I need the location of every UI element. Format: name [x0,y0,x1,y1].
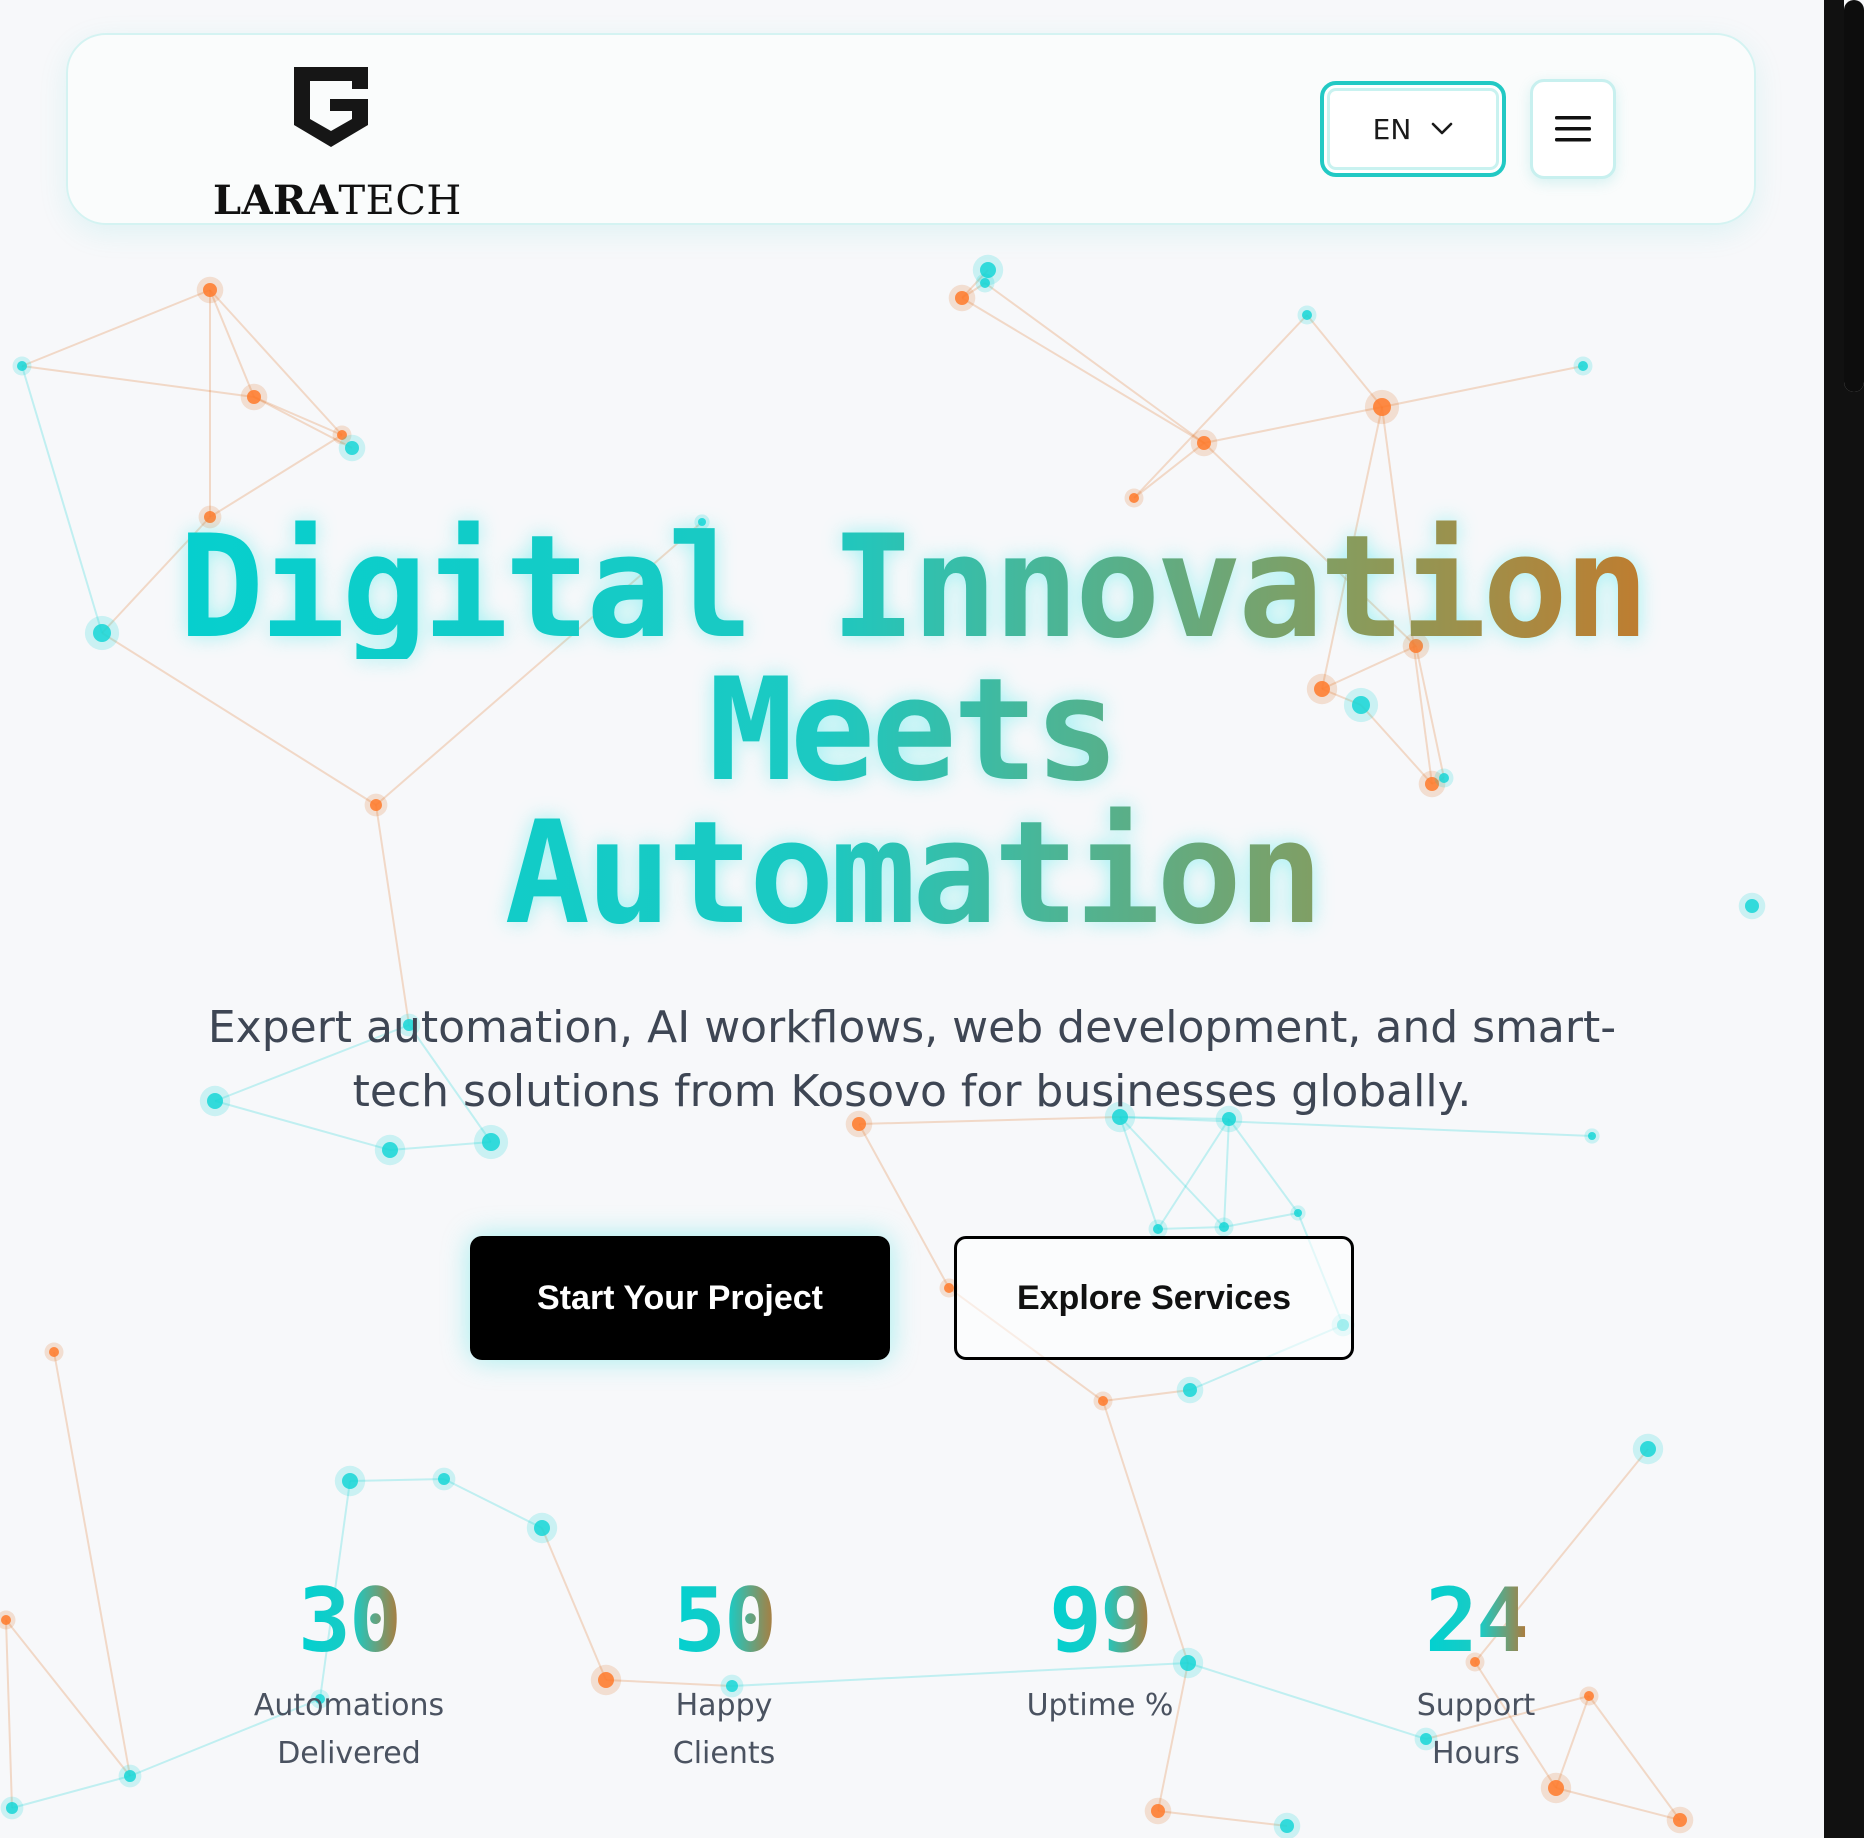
hero-title-line-1: Digital Innovation [0,516,1824,659]
logo-text-bold: LARA [213,177,339,224]
site-header: LARATECH EN [66,33,1756,225]
hero-subtitle: Expert automation, AI workflows, web dev… [207,1002,1617,1117]
hero-title-line-3: Automation [0,802,1824,945]
hero-title: Digital Innovation Meets Automation [0,516,1824,945]
stat-number: 50 [673,1569,777,1672]
menu-button[interactable] [1530,79,1616,179]
logo-wordmark: LARATECH [213,181,461,222]
stat-uptime: 99 Uptime % [950,1569,1250,1730]
start-project-button[interactable]: Start Your Project [470,1236,890,1360]
stat-label: Uptime % [1026,1688,1174,1723]
language-label: EN [1372,112,1412,146]
stat-label: Support Hours [1416,1688,1536,1771]
stat-clients: 50 Happy Clients [574,1569,874,1778]
logo[interactable]: LARATECH [213,67,461,221]
hero-title-line-2: Meets [0,659,1824,802]
stat-label: Happy Clients [672,1688,776,1771]
stat-number: 30 [298,1569,402,1672]
chevron-down-icon [1432,122,1453,135]
scrollbar-track-top [1844,0,1864,392]
stat-number: 99 [1049,1569,1153,1672]
stat-automations: 30 Automations Delivered [199,1569,499,1778]
landing-page: LARATECH EN Digital Innovation Meets Aut… [0,0,1864,1838]
hamburger-icon [1555,116,1591,142]
scrollbar-thumb[interactable] [1844,0,1864,392]
stat-number: 24 [1425,1569,1529,1672]
logo-text-thin: TECH [338,178,462,224]
logo-shield-icon [294,67,368,147]
language-selector[interactable]: EN [1320,81,1506,177]
scrollbar[interactable] [1824,0,1864,1838]
explore-services-button[interactable]: Explore Services [954,1236,1354,1360]
stat-label: Automations Delivered [253,1688,445,1771]
stat-support: 24 Support Hours [1326,1569,1626,1778]
